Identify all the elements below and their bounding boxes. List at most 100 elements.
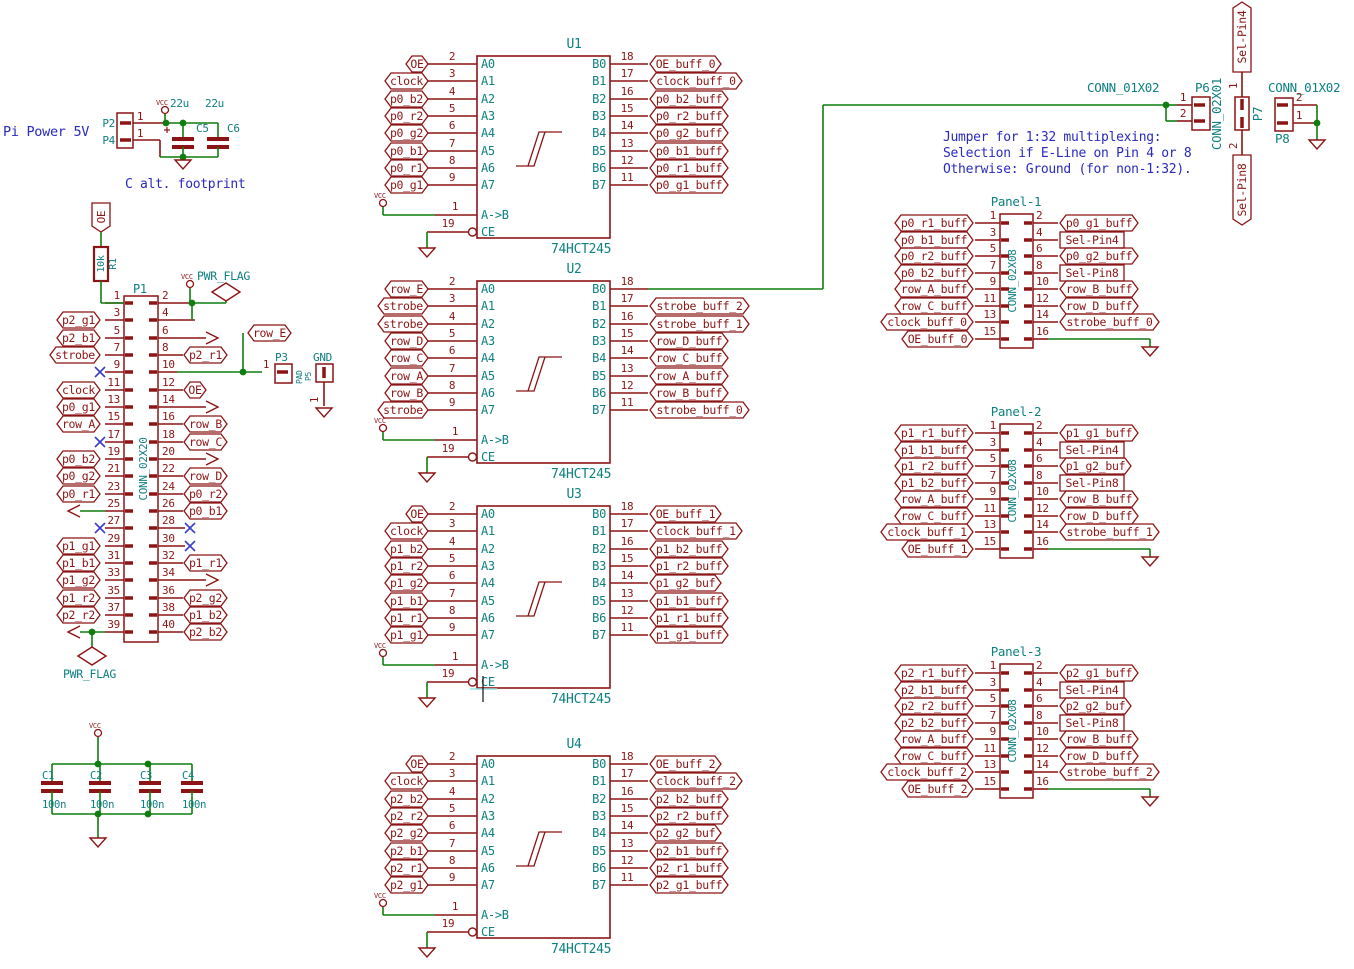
net-label-text[interactable]: row_B_buff: [1066, 282, 1132, 296]
pin-name[interactable]: A2: [481, 542, 495, 556]
pin-name[interactable]: A7: [481, 403, 495, 417]
pin-name[interactable]: B7: [592, 178, 606, 192]
net-label-text[interactable]: p0_b1: [189, 504, 222, 518]
net-label-text[interactable]: p1_g2_buf: [656, 576, 716, 590]
ref-c6[interactable]: C6: [227, 122, 240, 135]
gnd-symbol[interactable]: [90, 838, 106, 847]
pin-number[interactable]: 39: [107, 618, 120, 631]
pin-number[interactable]: 1: [452, 200, 458, 213]
pin-number[interactable]: 13: [621, 837, 634, 850]
pin-number[interactable]: 4: [449, 535, 456, 548]
pin-name[interactable]: A0: [481, 507, 495, 521]
net-label-text[interactable]: row_D: [390, 334, 423, 348]
pin-name[interactable]: B6: [592, 161, 606, 175]
pin-name[interactable]: B0: [592, 57, 606, 71]
pin-number[interactable]: 8: [449, 154, 455, 167]
pin-number[interactable]: 8: [162, 341, 168, 354]
pin-name[interactable]: A2: [481, 92, 495, 106]
net-label-text[interactable]: p0_b2: [390, 92, 423, 106]
pin-name[interactable]: B4: [592, 826, 606, 840]
gnd-symbol[interactable]: [419, 698, 435, 707]
pin-number[interactable]: 22: [162, 462, 175, 475]
pin-number[interactable]: 16: [1036, 535, 1049, 548]
net-label-text[interactable]: p1_r2_buff: [656, 559, 722, 573]
pin-number[interactable]: 1: [137, 127, 143, 140]
pin-number[interactable]: 4: [162, 306, 169, 319]
net-label-text[interactable]: Sel-Pin8: [1066, 716, 1119, 730]
pin-number[interactable]: 1: [452, 425, 458, 438]
pin-number[interactable]: 11: [621, 171, 634, 184]
net-label-text[interactable]: p2_b1: [62, 331, 95, 345]
net-label-text[interactable]: p2_b2_buff: [901, 716, 967, 730]
pin-number[interactable]: 14: [1036, 518, 1049, 531]
pin-number[interactable]: 15: [107, 410, 120, 423]
pwr-flag-symbol[interactable]: [78, 647, 106, 665]
ref-chip[interactable]: U4: [566, 737, 582, 752]
ref-cap[interactable]: C1: [42, 770, 54, 782]
pin-name[interactable]: B4: [592, 351, 606, 365]
pin-name[interactable]: A1: [481, 524, 495, 538]
net-label-text[interactable]: row_B_buff: [1066, 492, 1132, 506]
pin-number[interactable]: 14: [621, 569, 634, 582]
pin-name[interactable]: A0: [481, 282, 495, 296]
net-label-text[interactable]: OE: [410, 757, 424, 771]
pin-name[interactable]: A6: [481, 386, 495, 400]
pin-number[interactable]: 7: [449, 587, 455, 600]
net-label-text[interactable]: row_A: [390, 369, 423, 383]
pin-number[interactable]: 11: [983, 292, 996, 305]
net-label-text[interactable]: OE_buff_0: [656, 57, 716, 71]
net-label-text[interactable]: p1_g2_buf: [1066, 459, 1126, 473]
pin-number[interactable]: 9: [449, 871, 455, 884]
pin-number[interactable]: 23: [107, 480, 120, 493]
pin-number[interactable]: 7: [449, 362, 455, 375]
pin-number[interactable]: 7: [990, 469, 996, 482]
pin-number[interactable]: 1: [1296, 109, 1302, 122]
pin-number[interactable]: 15: [621, 552, 634, 565]
pin-number[interactable]: 15: [983, 775, 996, 788]
net-label-text[interactable]: p1_r2_buff: [901, 459, 967, 473]
pin-number[interactable]: 6: [449, 569, 455, 582]
net-label-text[interactable]: clock_buff_0: [656, 74, 736, 88]
pin-number[interactable]: 4: [1036, 436, 1043, 449]
pin-number[interactable]: 2: [162, 289, 168, 302]
pin-name[interactable]: A5: [481, 594, 495, 608]
net-label-text[interactable]: p2_g2_buf: [656, 826, 716, 840]
net-label-text[interactable]: row_D_buff: [1066, 749, 1132, 763]
net-label-text[interactable]: p2_r2: [62, 608, 95, 622]
net-label-text[interactable]: clock_buff_1: [656, 524, 736, 538]
net-label-text[interactable]: row_B: [390, 386, 423, 400]
pin-number[interactable]: 2: [1227, 143, 1240, 149]
pin-number[interactable]: 2: [449, 50, 455, 63]
pin-name[interactable]: A3: [481, 109, 495, 123]
net-label-text[interactable]: p0_g2: [62, 469, 95, 483]
net-label-text[interactable]: p2_g1_buff: [1066, 666, 1132, 680]
ref-p4[interactable]: P4: [102, 134, 115, 147]
ref-p2[interactable]: P2: [102, 117, 115, 130]
pin-number[interactable]: 1: [452, 900, 458, 913]
gnd-symbol[interactable]: [1309, 140, 1325, 149]
pin-number[interactable]: 16: [621, 535, 634, 548]
vcc-symbol[interactable]: [380, 650, 387, 657]
net-label-text[interactable]: row_D_buff: [1066, 509, 1132, 523]
pin-name[interactable]: B5: [592, 594, 606, 608]
net-label-text[interactable]: p2_g1_buff: [656, 878, 722, 892]
net-label-text[interactable]: strobe_buff_1: [656, 317, 742, 331]
pin-name[interactable]: A3: [481, 809, 495, 823]
pin-number[interactable]: 16: [162, 410, 175, 423]
pin-number[interactable]: 12: [1036, 742, 1049, 755]
pin-name[interactable]: B3: [592, 334, 606, 348]
net-label-text[interactable]: p2_b2_buff: [656, 792, 722, 806]
net-label-text[interactable]: p1_r1: [390, 611, 423, 625]
net-label-text[interactable]: row_D_buff: [1066, 299, 1132, 313]
open-arrow-icon[interactable]: [206, 401, 218, 413]
pin-name[interactable]: B5: [592, 844, 606, 858]
pin-name[interactable]: A7: [481, 628, 495, 642]
pin-number[interactable]: 10: [1036, 275, 1049, 288]
pin-name[interactable]: A2: [481, 317, 495, 331]
net-label-text[interactable]: p2_g2: [390, 826, 423, 840]
pin-name[interactable]: B2: [592, 92, 606, 106]
pin-number[interactable]: 7: [449, 837, 455, 850]
pin-name[interactable]: A5: [481, 844, 495, 858]
gnd-symbol[interactable]: [1142, 797, 1158, 806]
net-label-text[interactable]: p2_b1_buff: [901, 683, 967, 697]
